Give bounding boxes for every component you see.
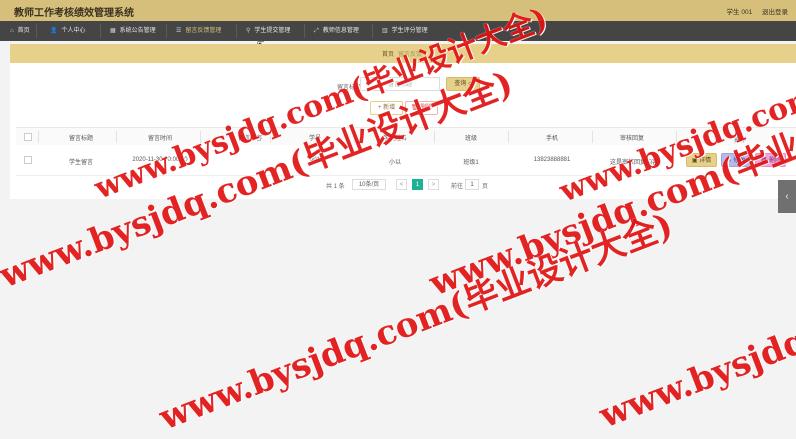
grid-icon: ▦ xyxy=(110,28,116,34)
column-divider xyxy=(508,131,509,143)
th-class: 班级 xyxy=(464,136,477,142)
query-button[interactable]: 查询 ○ xyxy=(446,77,480,91)
search-icon: ○ xyxy=(468,81,472,87)
nav-label: 系统公告管理 xyxy=(119,28,156,34)
next-page-button[interactable]: > xyxy=(428,179,439,190)
nav-item-submissions[interactable]: ⚲ 学生提交管理 xyxy=(240,21,296,41)
column-divider xyxy=(592,131,593,143)
nav-divider xyxy=(100,24,101,38)
nav-item-feedback[interactable]: ☰ 留言反馈管理 xyxy=(170,21,227,41)
search-input[interactable]: 留言标题 xyxy=(360,77,440,91)
th-student-id: 学号 xyxy=(308,136,321,142)
main-nav: ⌂ 首页 👤 个人中心 ▦ 系统公告管理 ☰ 留言反馈管理 ⚲ 学生提交管理 ⤢ 教师信息管… xyxy=(0,21,796,41)
nav-divider xyxy=(166,24,167,38)
column-divider xyxy=(116,131,117,143)
edit-icon: ✎ xyxy=(726,158,732,164)
remove-button[interactable]: 🗑 删除 xyxy=(755,153,786,167)
th-title: 留言标题 xyxy=(68,136,93,142)
pin-icon: ⚲ xyxy=(246,28,251,34)
column-divider xyxy=(38,131,39,143)
goto-label: 前往 xyxy=(451,184,464,190)
breadcrumb-home[interactable]: 首页 xyxy=(382,52,394,58)
user-icon: 👤 xyxy=(50,28,58,34)
nav-label: 首页 xyxy=(17,28,30,34)
current-user: 学生 001 xyxy=(726,9,753,16)
nav-divider xyxy=(372,24,373,38)
app-header: 教师工作考核绩效管理系统 学生 001 退出登录 xyxy=(0,0,796,22)
list-icon: ☰ xyxy=(176,28,182,34)
nav-item-home[interactable]: ⌂ 首页 xyxy=(4,21,36,41)
expand-icon: ⤢ xyxy=(314,28,319,34)
page-1-button[interactable]: 1 xyxy=(412,179,423,190)
home-icon: ⌂ xyxy=(10,28,14,34)
nav-item-profile[interactable]: 👤 个人中心 xyxy=(44,21,92,41)
nav-label: 留言反馈管理 xyxy=(185,28,222,34)
th-name: 学生姓名 xyxy=(382,136,407,142)
page-size-select[interactable]: 10条/页 xyxy=(352,179,386,190)
nav-label: 个人中心 xyxy=(61,28,86,34)
side-panel-toggle[interactable]: ‹ xyxy=(778,180,796,213)
edit-button[interactable]: ✎ 修改 xyxy=(721,153,751,167)
nav-item-announcements[interactable]: ▦ 系统公告管理 xyxy=(104,21,162,41)
detail-button[interactable]: ▣ 详情 xyxy=(686,153,717,167)
cell-reply: 这是审核回复内容 xyxy=(609,160,658,166)
row-checkbox[interactable] xyxy=(24,156,32,164)
column-divider xyxy=(676,131,677,143)
page-unit: 页 xyxy=(482,184,489,190)
trash-icon: 🗑 xyxy=(759,158,768,164)
nav-label: 学生提交管理 xyxy=(254,28,291,34)
nav-item-teachers[interactable]: ⤢ 教师信息管理 xyxy=(308,21,365,41)
watermark-text: www.bysjdq.com(毕业设计大全) xyxy=(154,205,679,439)
column-divider xyxy=(270,131,271,143)
th-actions: 操作 xyxy=(733,138,746,144)
cell-class: 班级1 xyxy=(463,160,479,166)
remove-label: 删除 xyxy=(769,158,782,164)
nav-divider xyxy=(304,24,305,38)
th-phone: 手机 xyxy=(545,136,558,142)
select-all-checkbox[interactable] xyxy=(24,133,32,141)
table-row: 学生留言 2020-11-30 00:00:00 001 小以 班级1 1382… xyxy=(16,145,796,176)
query-label: 查询 xyxy=(454,81,467,87)
cell-phone: 13823888881 xyxy=(533,157,571,163)
table-header: 留言标题 留言时间 留言内容 学号 学生姓名 班级 手机 审核回复 操作 xyxy=(16,127,796,147)
nav-item-scores[interactable]: ▥ 学生评分管理 xyxy=(376,21,434,41)
nav-divider xyxy=(236,24,237,38)
page-banner: 首页 留言反馈 xyxy=(10,44,796,63)
cell-student-id: 001 xyxy=(309,157,320,163)
delete-button[interactable]: 🗑 删除 xyxy=(405,101,438,115)
detail-label: 详情 xyxy=(699,158,712,164)
column-divider xyxy=(434,131,435,143)
detail-icon: ▣ xyxy=(691,158,698,164)
nav-label: 教师信息管理 xyxy=(322,28,359,34)
nav-divider xyxy=(36,24,37,38)
pagination-total: 共 1 条 xyxy=(326,184,345,190)
nav-label: 学生评分管理 xyxy=(391,28,428,34)
cell-name: 小以 xyxy=(388,160,401,166)
edit-label: 修改 xyxy=(733,158,746,164)
goto-page-input[interactable]: 1 xyxy=(465,179,479,190)
chevron-left-icon: ‹ xyxy=(785,191,789,202)
user-area: 学生 001 退出登录 xyxy=(719,6,788,16)
prev-page-button[interactable]: < xyxy=(396,179,407,190)
column-divider xyxy=(354,131,355,143)
cell-time: 2020-11-30 00:00:00 xyxy=(132,157,188,163)
th-reply: 审核回复 xyxy=(619,136,644,142)
cell-title: 学生留言 xyxy=(68,160,93,166)
chart-icon: ▥ xyxy=(382,28,388,34)
watermark-text: www.bysjdq.com(毕业设计大全) xyxy=(594,203,796,437)
th-time: 留言时间 xyxy=(147,136,172,142)
logout-link[interactable]: 退出登录 xyxy=(762,9,788,16)
add-button[interactable]: + 新增 xyxy=(370,101,403,115)
breadcrumb-current: 留言反馈 xyxy=(398,52,423,58)
breadcrumb: 首页 留言反馈 xyxy=(382,49,422,58)
search-label: 留言标题 xyxy=(337,85,362,91)
app-title: 教师工作考核绩效管理系统 xyxy=(14,8,134,19)
